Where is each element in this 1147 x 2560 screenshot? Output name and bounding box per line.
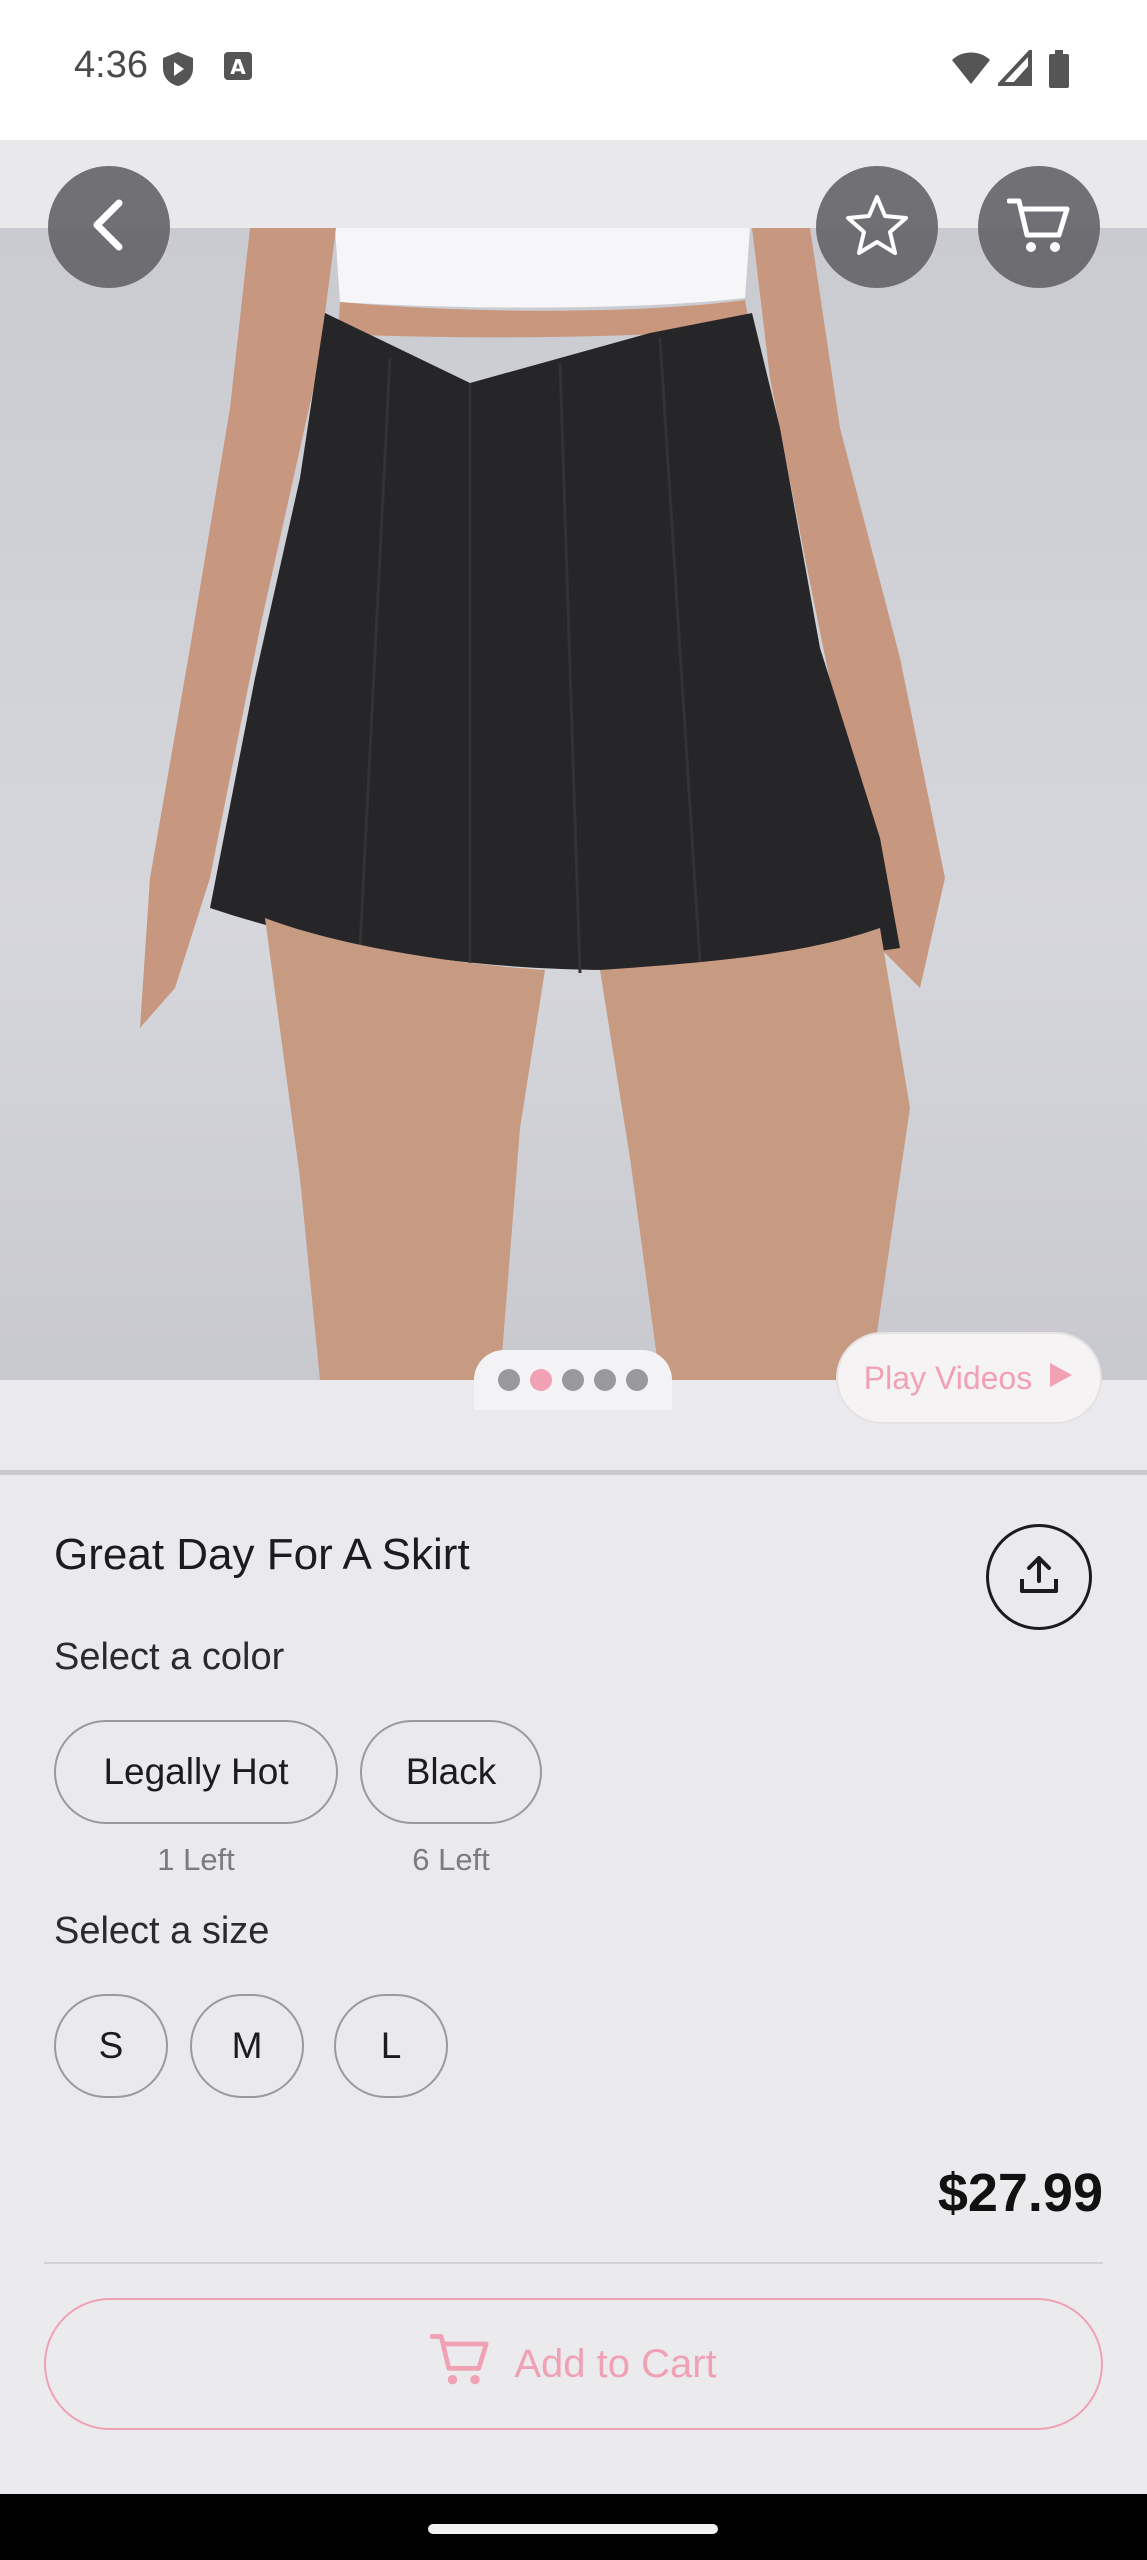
- chevron-left-icon: [87, 197, 131, 258]
- color-option-label: Black: [405, 1751, 497, 1792]
- battery-icon: [1048, 50, 1070, 93]
- favorite-button[interactable]: [816, 166, 938, 288]
- signal-icon: [995, 46, 1032, 91]
- pagination-dot[interactable]: [498, 1369, 520, 1391]
- size-option-label: L: [380, 2025, 402, 2066]
- size-option-m[interactable]: M: [190, 1994, 304, 2098]
- svg-text:A: A: [230, 55, 246, 79]
- size-option-s[interactable]: S: [54, 1994, 168, 2098]
- play-videos-button[interactable]: Play Videos: [836, 1332, 1102, 1424]
- cart-icon: [1006, 195, 1071, 260]
- add-to-cart-button[interactable]: Add to Cart: [44, 2298, 1103, 2430]
- add-to-cart-label: Add to Cart: [514, 2341, 717, 2386]
- a-icon: A: [222, 50, 254, 89]
- pagination-dot[interactable]: [562, 1369, 584, 1391]
- play-videos-label: Play Videos: [863, 1359, 1033, 1396]
- status-time: 4:36: [74, 44, 148, 86]
- color-option-legally-hot[interactable]: Legally Hot: [54, 1720, 338, 1824]
- price-divider: [44, 2262, 1103, 2264]
- color-section-label: Select a color: [54, 1636, 285, 1678]
- product-title: Great Day For A Skirt: [54, 1530, 470, 1579]
- status-bar: 4:36 A: [0, 0, 1147, 140]
- gallery-pagination: [474, 1350, 672, 1410]
- cart-button[interactable]: [978, 166, 1100, 288]
- size-option-label: S: [98, 2025, 124, 2066]
- cart-icon: [429, 2330, 490, 2398]
- color-stock-legally-hot: 1 Left: [157, 1842, 235, 1877]
- share-icon: [1017, 1553, 1061, 1602]
- share-button[interactable]: [986, 1524, 1092, 1630]
- back-button[interactable]: [48, 166, 170, 288]
- product-image[interactable]: [0, 228, 1147, 1380]
- wifi-icon: [950, 50, 992, 91]
- size-option-label: M: [231, 2025, 263, 2066]
- color-option-black[interactable]: Black: [360, 1720, 542, 1824]
- play-icon: [1048, 1360, 1074, 1397]
- shield-icon: [160, 50, 196, 93]
- color-option-label: Legally Hot: [103, 1751, 289, 1792]
- size-option-l[interactable]: L: [334, 1994, 448, 2098]
- size-section-label: Select a size: [54, 1910, 270, 1952]
- home-indicator[interactable]: [428, 2524, 718, 2534]
- section-divider: [0, 1470, 1147, 1475]
- pagination-dot[interactable]: [626, 1369, 648, 1391]
- pagination-dot[interactable]: [594, 1369, 616, 1391]
- star-icon: [845, 194, 909, 261]
- product-price: $27.99: [937, 2163, 1103, 2223]
- pagination-dot-active[interactable]: [530, 1369, 552, 1391]
- color-stock-black: 6 Left: [412, 1842, 490, 1877]
